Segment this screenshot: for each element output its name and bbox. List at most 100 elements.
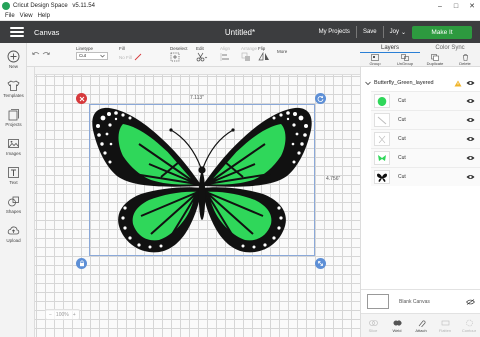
scale-handle[interactable]: [315, 258, 326, 269]
layer-name: Cut: [398, 117, 406, 123]
duplicate-icon: [431, 54, 439, 61]
zoom-level: 100%: [55, 311, 69, 318]
group-button[interactable]: Group: [360, 53, 390, 67]
layer-row[interactable]: Cut: [371, 91, 480, 110]
linetype-select[interactable]: Cut: [76, 52, 108, 60]
eye-icon[interactable]: [466, 155, 475, 161]
sidebar-item-templates[interactable]: Templates: [0, 78, 27, 104]
chevron-down-icon[interactable]: [365, 81, 371, 86]
upload-icon: [7, 223, 21, 237]
close-window-button[interactable]: ✕: [464, 0, 480, 12]
plus-icon: [7, 49, 21, 63]
zoom-in-button[interactable]: +: [73, 312, 76, 318]
delete-handle[interactable]: [76, 93, 87, 104]
selection-box[interactable]: [89, 104, 315, 256]
sidebar-item-projects[interactable]: Projects: [0, 107, 27, 133]
canvas-swatch[interactable]: [367, 294, 389, 309]
app-title: Cricut Design Space: [13, 3, 68, 9]
sidebar-item-text[interactable]: Text: [0, 165, 27, 191]
height-dimension: 4.756": [326, 176, 341, 182]
make-it-button[interactable]: Make It: [412, 25, 472, 39]
arrange-group[interactable]: Arrange: [241, 45, 257, 62]
edit-group[interactable]: Edit: [196, 45, 208, 62]
align-group[interactable]: Align: [220, 45, 232, 62]
my-projects-link[interactable]: My Projects: [319, 29, 350, 35]
duplicate-button[interactable]: Duplicate: [420, 53, 450, 67]
ungroup-icon: [401, 54, 409, 61]
ruler-horizontal: [27, 67, 360, 75]
header-divider: [355, 26, 357, 38]
layers-panel-header: Layers Color Sync Group UnGroup Duplicat…: [360, 43, 480, 67]
section-title: Canvas: [34, 27, 60, 37]
flip-icon: [258, 52, 269, 61]
eye-icon[interactable]: [466, 174, 475, 180]
tab-layers[interactable]: Layers: [360, 43, 420, 53]
attach-button[interactable]: Attach: [409, 314, 433, 337]
flip-group[interactable]: Flip: [258, 45, 270, 62]
zoom-out-button[interactable]: −: [49, 312, 52, 318]
edit-label: Edit: [196, 46, 204, 51]
shapes-icon: [7, 194, 21, 208]
align-label: Align: [220, 46, 231, 51]
save-button[interactable]: Save: [363, 29, 377, 35]
hamburger-menu-icon[interactable]: [10, 27, 24, 37]
rotate-icon: [317, 95, 324, 102]
lock-icon: [79, 260, 84, 267]
contour-button[interactable]: Contour: [457, 314, 480, 337]
sidebar-item-label: Text: [9, 180, 18, 185]
menu-file[interactable]: File: [5, 13, 15, 19]
eye-icon[interactable]: [466, 80, 475, 86]
zoom-control: − 100% +: [45, 309, 80, 320]
text-icon: [7, 165, 21, 179]
sidebar-item-images[interactable]: Images: [0, 136, 27, 162]
tshirt-icon: [7, 78, 21, 92]
eye-icon[interactable]: [466, 136, 475, 142]
fill-group: Fill No Fill: [119, 45, 142, 62]
window-controls: – □ ✕: [432, 0, 480, 12]
rotate-handle[interactable]: [315, 93, 326, 104]
app-icon: [2, 2, 10, 10]
more-group[interactable]: More: [277, 45, 287, 55]
delete-button[interactable]: Delete: [450, 53, 480, 67]
tab-color-sync[interactable]: Color Sync: [420, 43, 480, 53]
eye-hidden-icon[interactable]: [466, 298, 475, 305]
layer-tools: Slice Weld Attach Flatten Contour: [361, 313, 480, 337]
layer-group-row[interactable]: Butterfly_Green_layered: [361, 77, 480, 89]
layer-row[interactable]: Cut: [371, 167, 480, 186]
flatten-icon: [441, 320, 449, 325]
menu-help[interactable]: Help: [38, 13, 50, 19]
ungroup-button[interactable]: UnGroup: [390, 53, 420, 67]
undo-redo-icons[interactable]: [31, 50, 51, 58]
image-icon: [7, 136, 21, 150]
eye-icon[interactable]: [466, 117, 475, 123]
user-menu[interactable]: Joy ⌄: [390, 29, 406, 36]
projects-icon: [7, 107, 21, 121]
blank-canvas-row[interactable]: Blank Canvas: [361, 289, 480, 313]
layer-row[interactable]: Cut: [371, 148, 480, 167]
weld-button[interactable]: Weld: [385, 314, 409, 337]
flatten-button[interactable]: Flatten: [433, 314, 457, 337]
sidebar-item-new[interactable]: New: [0, 49, 27, 75]
no-fill-icon: [134, 53, 142, 61]
menu-view[interactable]: View: [20, 13, 33, 19]
sidebar-item-upload[interactable]: Upload: [0, 223, 27, 249]
lock-handle[interactable]: [76, 258, 87, 269]
edit-toolbar: Linetype Cut Fill No Fill Deselect Edit …: [27, 43, 360, 67]
layer-row[interactable]: Cut: [371, 110, 480, 129]
deselect-icon: [170, 52, 180, 62]
header-divider: [382, 26, 384, 38]
slice-button[interactable]: Slice: [361, 314, 385, 337]
resize-icon: [318, 261, 323, 266]
sidebar-item-label: Projects: [5, 122, 22, 127]
maximize-button[interactable]: □: [448, 0, 464, 12]
layer-row[interactable]: Cut: [371, 129, 480, 148]
minimize-button[interactable]: –: [432, 0, 448, 12]
layer-thumbnail: [374, 94, 390, 108]
menubar: File View Help: [0, 12, 480, 21]
sidebar-item-shapes[interactable]: Shapes: [0, 194, 27, 220]
fill-select[interactable]: No Fill: [119, 52, 142, 62]
deselect-group[interactable]: Deselect: [170, 45, 188, 62]
sidebar-item-label: Images: [6, 151, 21, 156]
group-icon: [371, 54, 379, 61]
eye-icon[interactable]: [466, 98, 475, 104]
